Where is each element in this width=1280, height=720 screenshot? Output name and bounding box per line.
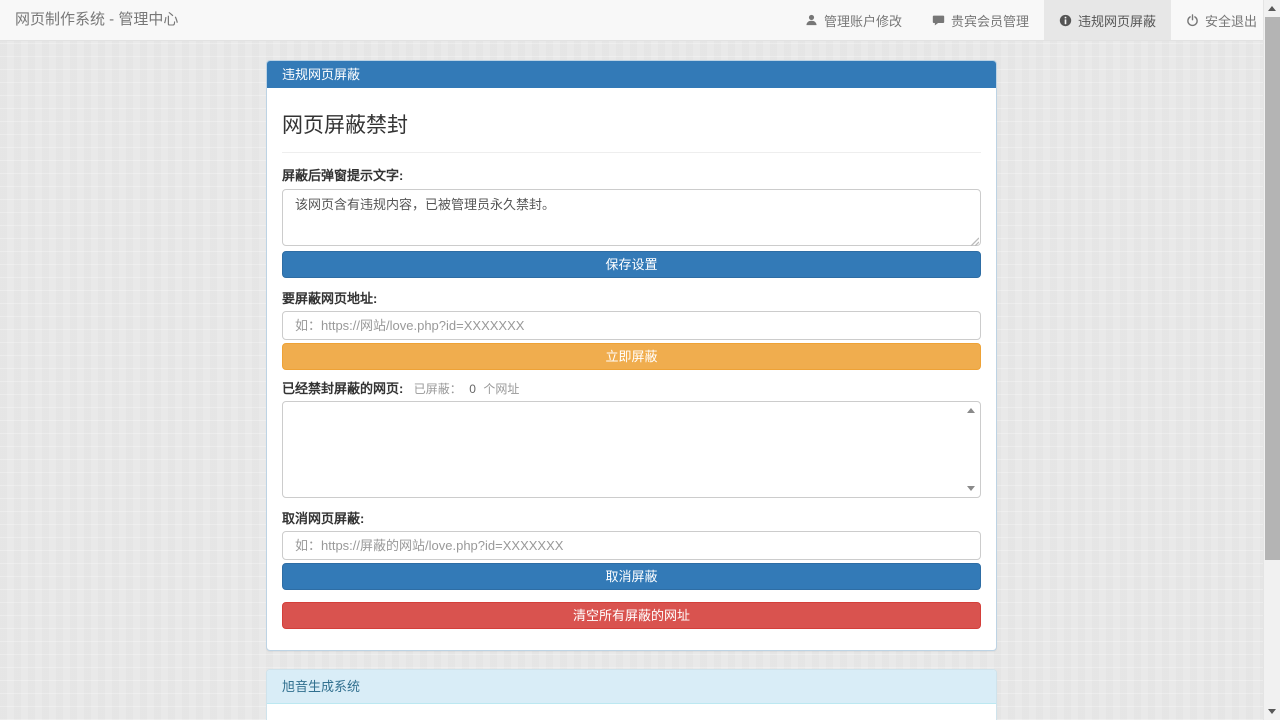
save-settings-button[interactable]: 保存设置 xyxy=(282,251,981,278)
blocked-pages-panel: 违规网页屏蔽 网页屏蔽禁封 屏蔽后弹窗提示文字: 该网页含有违规内容，已被管理员… xyxy=(266,60,997,651)
scrollbar-thumb[interactable] xyxy=(1265,17,1280,560)
scroll-down-icon[interactable] xyxy=(967,486,975,491)
blocked-stat-suffix: 个网址 xyxy=(483,382,519,396)
page-title: 网页屏蔽禁封 xyxy=(282,114,981,137)
comment-icon xyxy=(932,14,945,27)
blocked-count: 0 xyxy=(469,382,476,396)
navbar-brand[interactable]: 网页制作系统 - 管理中心 xyxy=(0,0,193,40)
popup-text-textarea[interactable]: 该网页含有违规内容，已被管理员永久禁封。 xyxy=(282,189,981,246)
resize-grip-icon[interactable] xyxy=(969,233,979,243)
scroll-up-icon[interactable] xyxy=(967,408,975,413)
blocked-list-box[interactable] xyxy=(282,401,981,498)
nav-item-vip-members[interactable]: 贵宾会员管理 xyxy=(917,0,1044,40)
nav-item-blocked-pages[interactable]: 违规网页屏蔽 xyxy=(1044,0,1171,40)
nav-item-label: 管理账户修改 xyxy=(824,11,902,30)
nav-item-label: 贵宾会员管理 xyxy=(951,11,1029,30)
unblock-url-label: 取消网页屏蔽: xyxy=(282,511,981,527)
nav-item-account[interactable]: 管理账户修改 xyxy=(790,0,917,40)
popup-text-label: 屏蔽后弹窗提示文字: xyxy=(282,168,981,184)
scrollbar-down-button[interactable] xyxy=(1264,703,1280,720)
secondary-panel-heading: 旭音生成系统 xyxy=(267,670,996,704)
blocked-stat-prefix: 已屏蔽： xyxy=(414,382,462,396)
block-url-label: 要屏蔽网页地址: xyxy=(282,291,981,307)
nav-item-label: 违规网页屏蔽 xyxy=(1078,11,1156,30)
info-circle-icon xyxy=(1059,14,1072,27)
unblock-url-input[interactable] xyxy=(282,531,981,560)
scroll-up-icon xyxy=(1268,6,1276,11)
power-icon xyxy=(1186,14,1199,27)
clear-all-button[interactable]: 清空所有屏蔽的网址 xyxy=(282,602,981,629)
panel-body: 网页屏蔽禁封 屏蔽后弹窗提示文字: 该网页含有违规内容，已被管理员永久禁封。 保… xyxy=(267,88,996,650)
scrollbar-up-button[interactable] xyxy=(1264,0,1280,17)
secondary-panel-body xyxy=(267,704,996,720)
popup-textarea-wrap: 该网页含有违规内容，已被管理员永久禁封。 xyxy=(282,189,981,246)
nav-item-logout[interactable]: 安全退出 xyxy=(1171,0,1272,40)
block-now-button[interactable]: 立即屏蔽 xyxy=(282,343,981,370)
blocked-list-label-row: 已经禁封屏蔽的网页: 已屏蔽： 0 个网址 xyxy=(282,381,981,397)
nav-item-label: 安全退出 xyxy=(1205,11,1257,30)
block-url-input[interactable] xyxy=(282,311,981,340)
user-icon xyxy=(805,14,818,27)
navbar: 网页制作系统 - 管理中心 管理账户修改 贵宾会员管理 违规网页屏蔽 安全退出 xyxy=(0,0,1280,41)
navbar-menu: 管理账户修改 贵宾会员管理 违规网页屏蔽 安全退出 xyxy=(790,0,1272,40)
page-scrollbar[interactable] xyxy=(1263,0,1280,720)
xuyin-generator-panel: 旭音生成系统 xyxy=(266,669,997,720)
scroll-down-icon xyxy=(1268,709,1276,714)
main-content: 违规网页屏蔽 网页屏蔽禁封 屏蔽后弹窗提示文字: 该网页含有违规内容，已被管理员… xyxy=(266,60,997,720)
blocked-list-label: 已经禁封屏蔽的网页: xyxy=(282,381,403,396)
unblock-button[interactable]: 取消屏蔽 xyxy=(282,563,981,590)
divider xyxy=(282,152,981,153)
panel-heading: 违规网页屏蔽 xyxy=(267,61,996,88)
